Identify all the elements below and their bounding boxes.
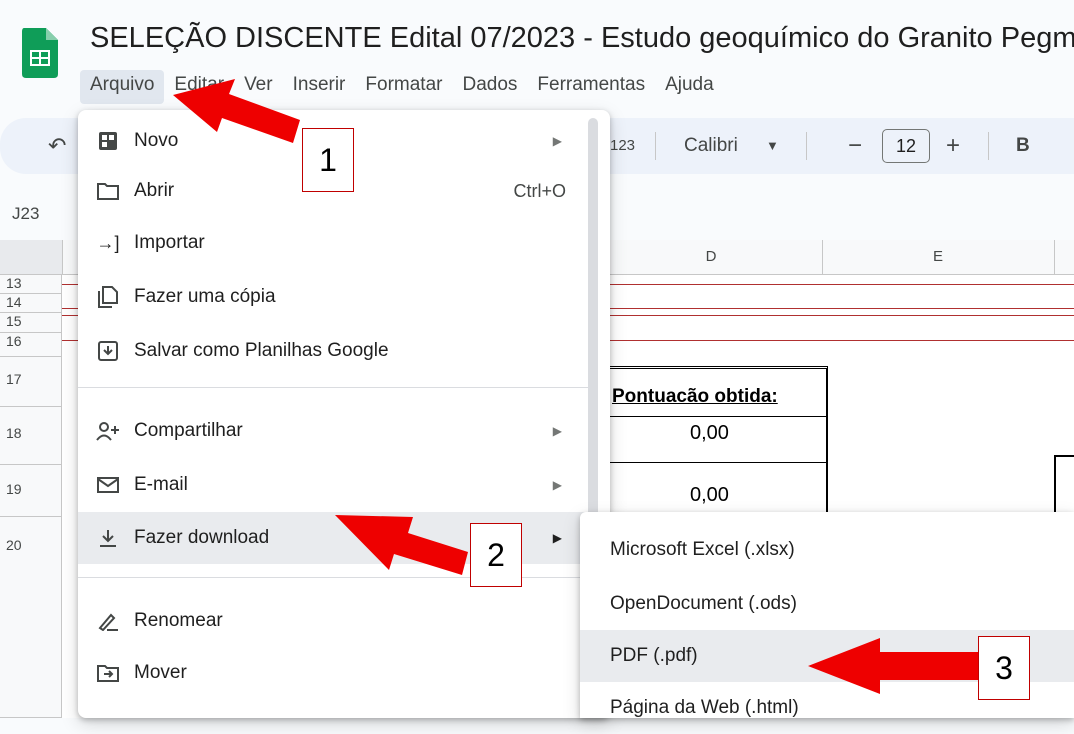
callout-3: 3	[978, 636, 1030, 700]
annotation-arrow-3	[808, 638, 980, 694]
callout-2: 2	[470, 523, 522, 587]
annotation-arrow-1	[173, 79, 300, 143]
annotation-overlay	[173, 79, 980, 694]
callout-1: 1	[302, 128, 354, 192]
annotation-arrow-2	[335, 515, 468, 575]
